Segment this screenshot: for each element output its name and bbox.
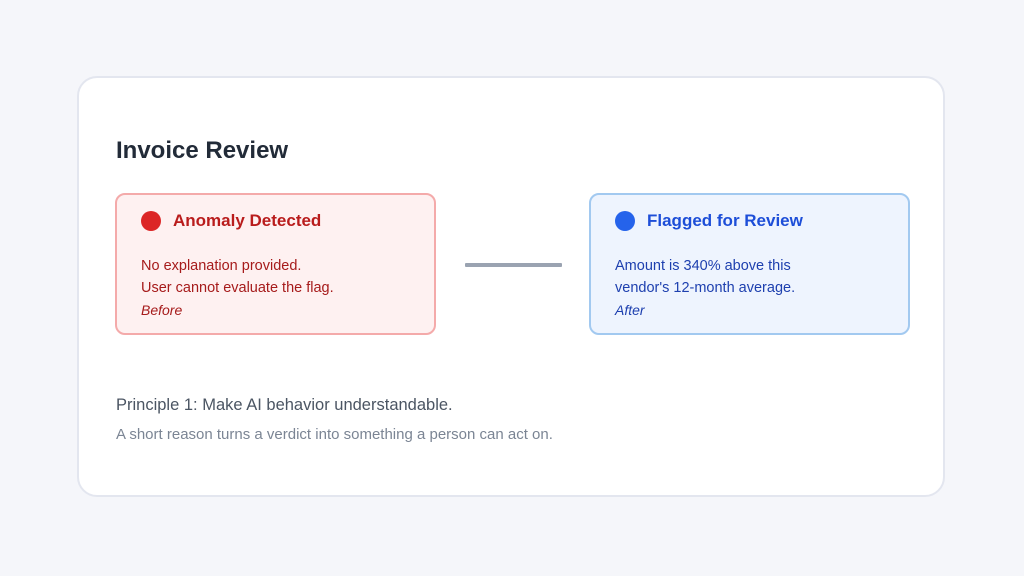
before-panel: Anomaly Detected No explanation provided… <box>115 193 436 335</box>
before-line-2: User cannot evaluate the flag. <box>141 280 334 296</box>
before-panel-header: Anomaly Detected <box>141 211 321 231</box>
before-line-1: No explanation provided. <box>141 258 302 274</box>
invoice-review-card: Invoice Review Anomaly Detected No expla… <box>77 76 945 497</box>
after-panel-title: Flagged for Review <box>647 211 803 230</box>
after-panel-body: Amount is 340% above this vendor's 12-mo… <box>615 255 795 321</box>
before-caption: Before <box>141 302 183 318</box>
principle-title: Principle 1: Make AI behavior understand… <box>116 396 453 414</box>
before-panel-title: Anomaly Detected <box>173 211 322 230</box>
after-line-1: Amount is 340% above this <box>615 258 791 274</box>
card-title: Invoice Review <box>116 137 289 164</box>
red-status-dot-icon <box>141 211 161 231</box>
connector-line <box>465 263 562 267</box>
after-panel-header: Flagged for Review <box>615 211 803 231</box>
blue-status-dot-icon <box>615 211 635 231</box>
after-panel: Flagged for Review Amount is 340% above … <box>589 193 910 335</box>
before-panel-body: No explanation provided. User cannot eva… <box>141 255 334 321</box>
principle-subtitle: A short reason turns a verdict into some… <box>116 426 553 443</box>
after-caption: After <box>615 302 645 318</box>
after-line-2: vendor's 12-month average. <box>615 280 796 296</box>
